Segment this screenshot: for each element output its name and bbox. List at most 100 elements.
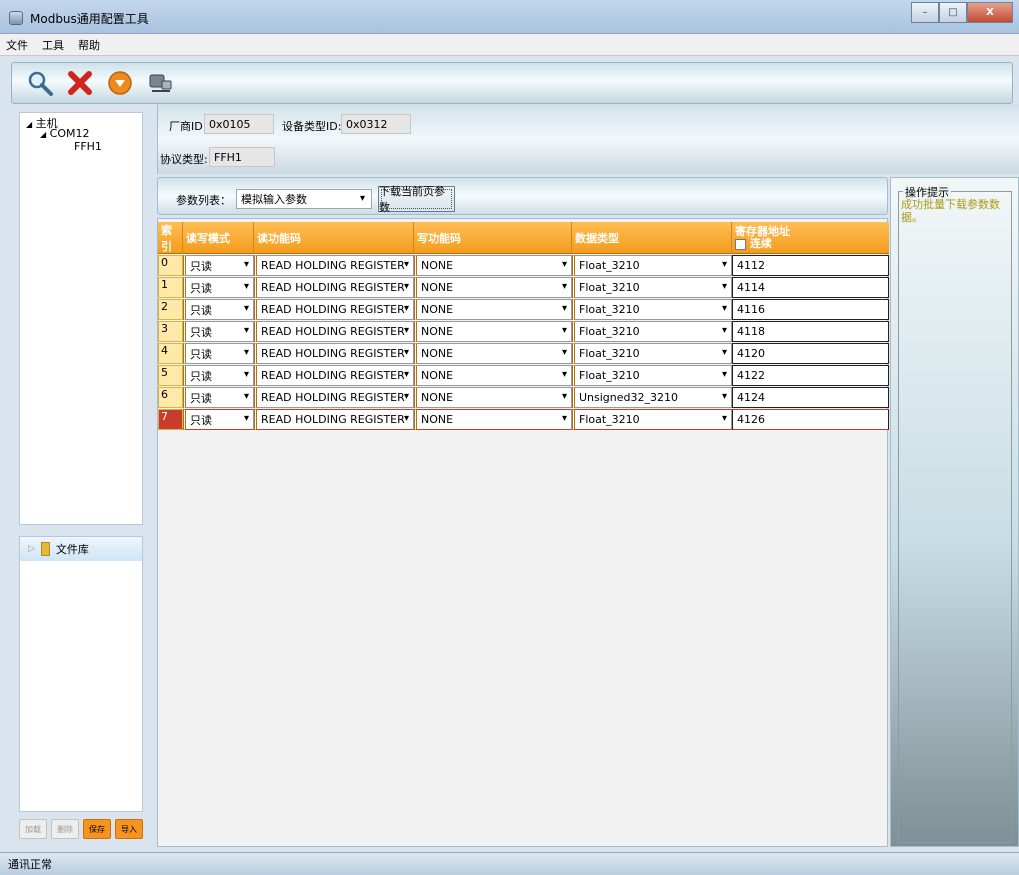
search-icon[interactable]: [26, 69, 54, 97]
param-list-select[interactable]: 模拟输入参数 ▾: [236, 189, 372, 209]
toolbar: [11, 62, 1013, 104]
menu-bar: 文件 工具 帮助: [0, 34, 1019, 56]
save-button[interactable]: 保存: [83, 819, 111, 839]
delete-button[interactable]: 删除: [51, 819, 79, 839]
status-bar: 通讯正常: [0, 852, 1019, 875]
table-row[interactable]: 3只读READ HOLDING REGISTERNONEFloat_321041…: [158, 321, 889, 343]
tips-group: [898, 191, 1012, 843]
index-cell: 7: [158, 409, 183, 430]
col-index: 索引: [158, 222, 183, 254]
data-type-select[interactable]: Float_3210: [572, 409, 732, 430]
write-func-select[interactable]: NONE: [414, 255, 572, 276]
read-func-select[interactable]: READ HOLDING REGISTER: [254, 387, 414, 408]
device-tree: ◢ 主机 ◢ COM12 FFH1: [19, 112, 143, 525]
index-cell: 0: [158, 255, 183, 276]
data-type-select[interactable]: Float_3210: [572, 299, 732, 320]
download-page-params-button[interactable]: 下载当前页参数: [378, 185, 455, 214]
vendor-id-label: 厂商ID:: [169, 120, 207, 133]
read-func-select[interactable]: READ HOLDING REGISTER: [254, 343, 414, 364]
data-type-select[interactable]: Unsigned32_3210: [572, 387, 732, 408]
expand-icon[interactable]: ◢: [26, 120, 32, 129]
address-input[interactable]: 4118: [732, 321, 889, 342]
table-row[interactable]: 2只读READ HOLDING REGISTERNONEFloat_321041…: [158, 299, 889, 321]
tree-node-port[interactable]: ◢ COM12: [40, 127, 89, 140]
rw-mode-select[interactable]: 只读: [183, 343, 254, 364]
data-type-select[interactable]: Float_3210: [572, 365, 732, 386]
grid-header: 索引 读写模式 读功能码 写功能码 数据类型 寄存器地址 连续: [158, 222, 889, 254]
write-func-select[interactable]: NONE: [414, 409, 572, 430]
address-input[interactable]: 4114: [732, 277, 889, 298]
parameter-bar: 参数列表： 模拟输入参数 ▾ 下载当前页参数: [157, 177, 888, 215]
folder-icon: [40, 542, 50, 556]
minimize-button[interactable]: –: [911, 2, 939, 23]
table-row[interactable]: 4只读READ HOLDING REGISTERNONEFloat_321041…: [158, 343, 889, 365]
protocol-label: 协议类型:: [160, 153, 208, 166]
write-func-select[interactable]: NONE: [414, 277, 572, 298]
expand-arrow-icon[interactable]: ▷: [28, 544, 35, 554]
rw-mode-select[interactable]: 只读: [183, 299, 254, 320]
index-cell: 5: [158, 365, 183, 386]
rw-mode-select[interactable]: 只读: [183, 387, 254, 408]
tips-panel: 操作提示 成功批量下载参数数据。: [890, 177, 1019, 847]
address-input[interactable]: 4122: [732, 365, 889, 386]
data-type-select[interactable]: Float_3210: [572, 255, 732, 276]
write-func-select[interactable]: NONE: [414, 321, 572, 342]
maximize-button[interactable]: □: [939, 2, 967, 23]
table-row[interactable]: 5只读READ HOLDING REGISTERNONEFloat_321041…: [158, 365, 889, 387]
delete-icon[interactable]: [66, 69, 94, 97]
read-func-select[interactable]: READ HOLDING REGISTER: [254, 255, 414, 276]
menu-file[interactable]: 文件: [6, 37, 28, 53]
index-cell: 3: [158, 321, 183, 342]
vendor-id-field: 0x0105: [204, 114, 274, 134]
read-func-select[interactable]: READ HOLDING REGISTER: [254, 365, 414, 386]
chevron-down-icon: ▾: [359, 193, 365, 204]
tree-node-device[interactable]: FFH1: [74, 140, 102, 153]
load-button[interactable]: 加载: [19, 819, 47, 839]
index-cell: 4: [158, 343, 183, 364]
menu-help[interactable]: 帮助: [78, 37, 100, 53]
title-bar: Modbus通用配置工具 – □ X: [0, 0, 1019, 34]
rw-mode-select[interactable]: 只读: [183, 409, 254, 430]
write-func-select[interactable]: NONE: [414, 365, 572, 386]
status-text: 通讯正常: [8, 858, 52, 871]
file-library-panel: ▷ 文件库: [19, 536, 143, 812]
data-type-select[interactable]: Float_3210: [572, 277, 732, 298]
read-func-select[interactable]: READ HOLDING REGISTER: [254, 321, 414, 342]
read-func-select[interactable]: READ HOLDING REGISTER: [254, 277, 414, 298]
write-func-select[interactable]: NONE: [414, 343, 572, 364]
read-func-select[interactable]: READ HOLDING REGISTER: [254, 299, 414, 320]
table-row[interactable]: 6只读READ HOLDING REGISTERNONEUnsigned32_3…: [158, 387, 889, 409]
table-row[interactable]: 0只读READ HOLDING REGISTERNONEFloat_321041…: [158, 255, 889, 277]
expand-icon[interactable]: ◢: [40, 130, 46, 139]
download-icon[interactable]: [106, 69, 134, 97]
device-type-label: 设备类型ID:: [282, 120, 342, 133]
rw-mode-select[interactable]: 只读: [183, 321, 254, 342]
address-input[interactable]: 4124: [732, 387, 889, 408]
col-read-func: 读功能码: [254, 222, 414, 254]
read-func-select[interactable]: READ HOLDING REGISTER: [254, 409, 414, 430]
col-rw-mode: 读写模式: [183, 222, 254, 254]
device-info-bar: 厂商ID: 0x0105 设备类型ID: 0x0312 协议类型: FFH1: [157, 104, 1019, 174]
data-type-select[interactable]: Float_3210: [572, 321, 732, 342]
write-func-select[interactable]: NONE: [414, 299, 572, 320]
file-library-node[interactable]: ▷ 文件库: [20, 537, 142, 561]
rw-mode-select[interactable]: 只读: [183, 277, 254, 298]
rw-mode-select[interactable]: 只读: [183, 255, 254, 276]
import-button[interactable]: 导入: [115, 819, 143, 839]
window-title: Modbus通用配置工具: [30, 12, 149, 26]
table-row[interactable]: 1只读READ HOLDING REGISTERNONEFloat_321041…: [158, 277, 889, 299]
address-input[interactable]: 4126: [732, 409, 889, 430]
index-cell: 1: [158, 277, 183, 298]
address-input[interactable]: 4112: [732, 255, 889, 276]
write-func-select[interactable]: NONE: [414, 387, 572, 408]
address-input[interactable]: 4116: [732, 299, 889, 320]
close-button[interactable]: X: [967, 2, 1013, 23]
rw-mode-select[interactable]: 只读: [183, 365, 254, 386]
connect-icon[interactable]: [146, 69, 174, 97]
table-row[interactable]: 7只读READ HOLDING REGISTERNONEFloat_321041…: [158, 409, 889, 431]
menu-tools[interactable]: 工具: [42, 37, 64, 53]
app-icon: [9, 11, 23, 25]
continuous-checkbox[interactable]: 连续: [735, 238, 772, 250]
address-input[interactable]: 4120: [732, 343, 889, 364]
data-type-select[interactable]: Float_3210: [572, 343, 732, 364]
